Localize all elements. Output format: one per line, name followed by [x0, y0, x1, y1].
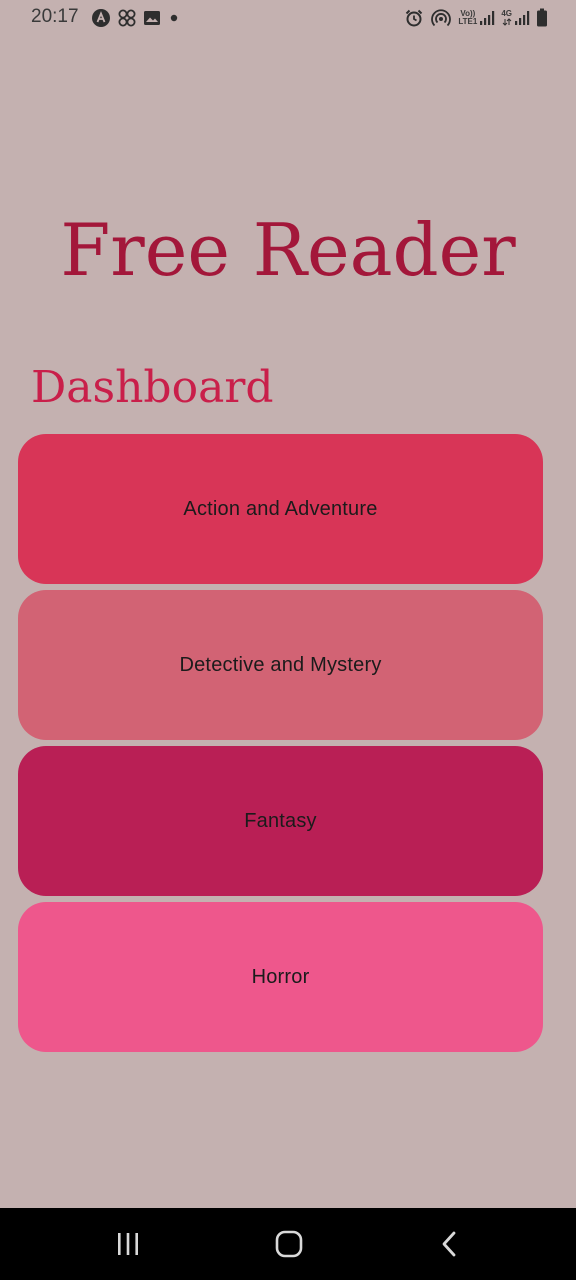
category-label: Detective and Mystery: [179, 653, 382, 676]
back-icon[interactable]: [430, 1228, 470, 1260]
status-left-icons: [91, 8, 181, 28]
dashboard-heading: Dashboard: [31, 362, 274, 413]
status-right-icons: Vo)) LTE1 4G: [404, 7, 548, 29]
category-action-adventure-button[interactable]: Action and Adventure: [18, 434, 543, 584]
category-detective-mystery-button[interactable]: Detective and Mystery: [18, 590, 543, 740]
system-nav-bar: [0, 1208, 576, 1280]
dot-icon: [167, 11, 181, 25]
category-horror-button[interactable]: Horror: [18, 902, 543, 1052]
4g-signal-icon: 4G: [501, 10, 530, 26]
volte-signal-icon: Vo)) LTE1: [458, 10, 495, 26]
app-title: Free Reader: [60, 208, 516, 292]
category-label: Fantasy: [244, 809, 317, 832]
image-icon: [143, 9, 161, 27]
category-label: Horror: [251, 965, 310, 988]
hotspot-icon: [430, 8, 452, 28]
category-list: Action and Adventure Detective and Myste…: [18, 434, 543, 1058]
home-icon[interactable]: [269, 1228, 309, 1260]
status-time: 20:17: [31, 6, 79, 27]
grid-app-icon: [117, 8, 137, 28]
auto-icon: [91, 8, 111, 28]
battery-icon: [536, 8, 548, 28]
4g-label: 4G: [501, 9, 512, 18]
category-label: Action and Adventure: [183, 497, 378, 520]
category-fantasy-button[interactable]: Fantasy: [18, 746, 543, 896]
recent-apps-icon[interactable]: [108, 1228, 148, 1260]
status-bar: 20:17 Vo)) LTE1 4G: [0, 0, 576, 36]
lte-label: LTE1: [458, 17, 478, 26]
alarm-icon: [404, 8, 424, 28]
